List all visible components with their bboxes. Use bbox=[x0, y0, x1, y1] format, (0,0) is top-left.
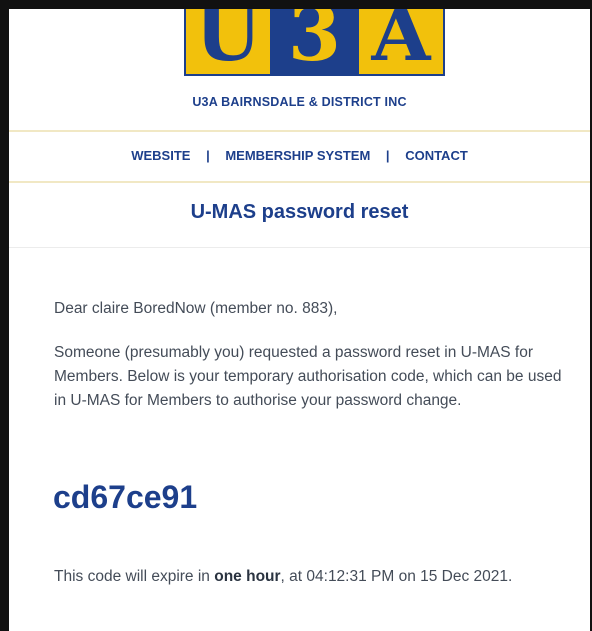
org-name: U3A BAIRNSDALE & DISTRICT INC bbox=[192, 95, 407, 109]
logo-letter-u: U bbox=[184, 9, 272, 76]
nav-link-contact[interactable]: CONTACT bbox=[405, 148, 468, 163]
nav-bar: WEBSITE | MEMBERSHIP SYSTEM | CONTACT bbox=[9, 148, 590, 163]
nav-separator: | bbox=[385, 148, 390, 163]
nav-separator: | bbox=[206, 148, 210, 163]
body-text: Someone (presumably you) requested a pas… bbox=[54, 344, 562, 409]
divider-bottom bbox=[9, 181, 590, 183]
page-title: U-MAS password reset bbox=[190, 201, 409, 223]
divider-top bbox=[9, 130, 590, 132]
email-page: U 3 A U3A BAIRNSDALE & DISTRICT INC WEBS… bbox=[9, 9, 590, 631]
divider-title bbox=[9, 247, 590, 248]
expiry-text: This code will expire in one hour, at 04… bbox=[54, 565, 574, 589]
nav-link-membership-system[interactable]: MEMBERSHIP SYSTEM bbox=[225, 148, 370, 163]
logo-letter-3: 3 bbox=[272, 9, 357, 76]
u3a-logo: U 3 A bbox=[184, 9, 449, 81]
expiry-duration: one hour bbox=[214, 568, 281, 585]
nav-link-website[interactable]: WEBSITE bbox=[131, 148, 190, 163]
authorisation-code[interactable]: cd67ce91 bbox=[53, 479, 197, 516]
logo-letter-a: A bbox=[357, 9, 445, 76]
expiry-prefix: This code will expire in bbox=[54, 568, 215, 585]
greeting-text: Dear claire BoredNow (member no. 883), bbox=[54, 300, 338, 317]
expiry-suffix: , at 04:12:31 PM on 15 Dec 2021. bbox=[280, 568, 513, 585]
